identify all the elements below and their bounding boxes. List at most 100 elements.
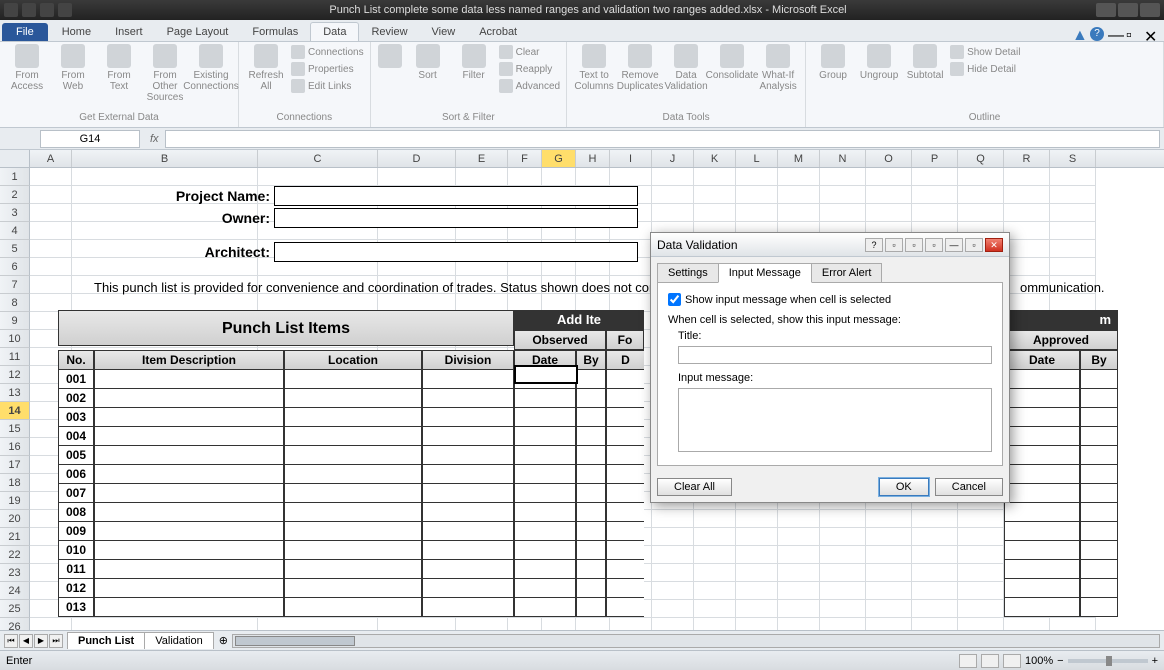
- row-header-19[interactable]: 19: [0, 492, 30, 510]
- dialog-tab-error-alert[interactable]: Error Alert: [811, 263, 883, 283]
- table-row[interactable]: 013: [58, 598, 1118, 617]
- clear-all-button[interactable]: Clear All: [657, 478, 732, 496]
- row-header-10[interactable]: 10: [0, 330, 30, 348]
- window-close-icon[interactable]: ✕: [1144, 27, 1158, 41]
- title-input[interactable]: [678, 346, 992, 364]
- dialog-btn5[interactable]: —: [945, 238, 963, 252]
- hide-detail-button[interactable]: Hide Detail: [950, 61, 1020, 77]
- dialog-tab-input-message[interactable]: Input Message: [718, 263, 812, 283]
- advanced-button[interactable]: Advanced: [499, 78, 560, 94]
- group-button[interactable]: Group: [812, 44, 854, 81]
- show-detail-button[interactable]: Show Detail: [950, 44, 1020, 60]
- horizontal-scrollbar[interactable]: [232, 634, 1160, 648]
- column-header-F[interactable]: F: [508, 150, 542, 167]
- fx-icon[interactable]: fx: [150, 133, 159, 145]
- save-icon[interactable]: [22, 3, 36, 17]
- project-name-input[interactable]: [274, 186, 638, 206]
- dialog-tab-settings[interactable]: Settings: [657, 263, 719, 283]
- row-header-5[interactable]: 5: [0, 240, 30, 258]
- tab-home[interactable]: Home: [50, 23, 103, 41]
- dialog-btn3[interactable]: ▫: [905, 238, 923, 252]
- remove-duplicates-button[interactable]: Remove Duplicates: [619, 44, 661, 92]
- column-header-P[interactable]: P: [912, 150, 958, 167]
- column-header-K[interactable]: K: [694, 150, 736, 167]
- formula-input[interactable]: [165, 130, 1160, 148]
- row-header-17[interactable]: 17: [0, 456, 30, 474]
- clear-button[interactable]: Clear: [499, 44, 560, 60]
- connections-button[interactable]: Connections: [291, 44, 364, 60]
- file-tab[interactable]: File: [2, 23, 48, 41]
- row-header-24[interactable]: 24: [0, 582, 30, 600]
- show-message-checkbox[interactable]: Show input message when cell is selected: [668, 293, 992, 306]
- redo-icon[interactable]: [58, 3, 72, 17]
- table-row[interactable]: 009: [58, 522, 1118, 541]
- existing-connections-button[interactable]: Existing Connections: [190, 44, 232, 92]
- column-header-E[interactable]: E: [456, 150, 508, 167]
- consolidate-button[interactable]: Consolidate: [711, 44, 753, 81]
- row-header-8[interactable]: 8: [0, 294, 30, 312]
- text-to-columns-button[interactable]: Text to Columns: [573, 44, 615, 92]
- tab-page-layout[interactable]: Page Layout: [155, 23, 241, 41]
- row-header-16[interactable]: 16: [0, 438, 30, 456]
- message-textarea[interactable]: [678, 388, 992, 452]
- cancel-button[interactable]: Cancel: [935, 478, 1003, 496]
- row-header-23[interactable]: 23: [0, 564, 30, 582]
- tab-data[interactable]: Data: [310, 22, 359, 41]
- name-box[interactable]: G14: [40, 130, 140, 148]
- properties-button[interactable]: Properties: [291, 61, 364, 77]
- column-header-I[interactable]: I: [610, 150, 652, 167]
- prev-sheet-button[interactable]: ◀: [19, 634, 33, 648]
- column-header-D[interactable]: D: [378, 150, 456, 167]
- help-icon[interactable]: ?: [1090, 27, 1104, 41]
- row-header-3[interactable]: 3: [0, 204, 30, 222]
- window-min-icon[interactable]: —: [1108, 27, 1122, 41]
- column-header-R[interactable]: R: [1004, 150, 1050, 167]
- column-header-J[interactable]: J: [652, 150, 694, 167]
- row-header-14[interactable]: 14: [0, 402, 30, 420]
- column-header-A[interactable]: A: [30, 150, 72, 167]
- reapply-button[interactable]: Reapply: [499, 61, 560, 77]
- column-header-O[interactable]: O: [866, 150, 912, 167]
- tab-formulas[interactable]: Formulas: [240, 23, 310, 41]
- column-header-B[interactable]: B: [72, 150, 258, 167]
- dialog-close-button[interactable]: ✕: [985, 238, 1003, 252]
- row-header-11[interactable]: 11: [0, 348, 30, 366]
- row-header-9[interactable]: 9: [0, 312, 30, 330]
- table-row[interactable]: 011: [58, 560, 1118, 579]
- zoom-out-button[interactable]: −: [1057, 655, 1063, 667]
- row-header-21[interactable]: 21: [0, 528, 30, 546]
- row-header-6[interactable]: 6: [0, 258, 30, 276]
- column-header-L[interactable]: L: [736, 150, 778, 167]
- ribbon-minimize-icon[interactable]: ▲: [1072, 27, 1086, 41]
- subtotal-button[interactable]: Subtotal: [904, 44, 946, 81]
- sort-button[interactable]: Sort: [407, 44, 449, 81]
- maximize-button[interactable]: [1118, 3, 1138, 17]
- ok-button[interactable]: OK: [879, 478, 929, 496]
- row-header-20[interactable]: 20: [0, 510, 30, 528]
- row-header-25[interactable]: 25: [0, 600, 30, 618]
- dialog-help-button[interactable]: ?: [865, 238, 883, 252]
- table-row[interactable]: 012: [58, 579, 1118, 598]
- dialog-btn2[interactable]: ▫: [885, 238, 903, 252]
- tab-view[interactable]: View: [420, 23, 468, 41]
- filter-button[interactable]: Filter: [453, 44, 495, 81]
- window-restore-icon[interactable]: ▫: [1126, 27, 1140, 41]
- next-sheet-button[interactable]: ▶: [34, 634, 48, 648]
- dialog-titlebar[interactable]: Data Validation ? ▫ ▫ ▫ — ▫ ✕: [651, 233, 1009, 257]
- data-validation-button[interactable]: Data Validation: [665, 44, 707, 92]
- column-header-S[interactable]: S: [1050, 150, 1096, 167]
- column-header-N[interactable]: N: [820, 150, 866, 167]
- from-web-button[interactable]: From Web: [52, 44, 94, 92]
- row-header-2[interactable]: 2: [0, 186, 30, 204]
- architect-input[interactable]: [274, 242, 638, 262]
- row-header-26[interactable]: 26: [0, 618, 30, 630]
- sheet-tab-validation[interactable]: Validation: [144, 632, 214, 649]
- close-button[interactable]: [1140, 3, 1160, 17]
- whatif-button[interactable]: What-If Analysis: [757, 44, 799, 92]
- from-text-button[interactable]: From Text: [98, 44, 140, 92]
- new-sheet-button[interactable]: ⊕: [219, 634, 228, 647]
- row-header-7[interactable]: 7: [0, 276, 30, 294]
- edit-links-button[interactable]: Edit Links: [291, 78, 364, 94]
- tab-acrobat[interactable]: Acrobat: [467, 23, 529, 41]
- table-row[interactable]: 008: [58, 503, 1118, 522]
